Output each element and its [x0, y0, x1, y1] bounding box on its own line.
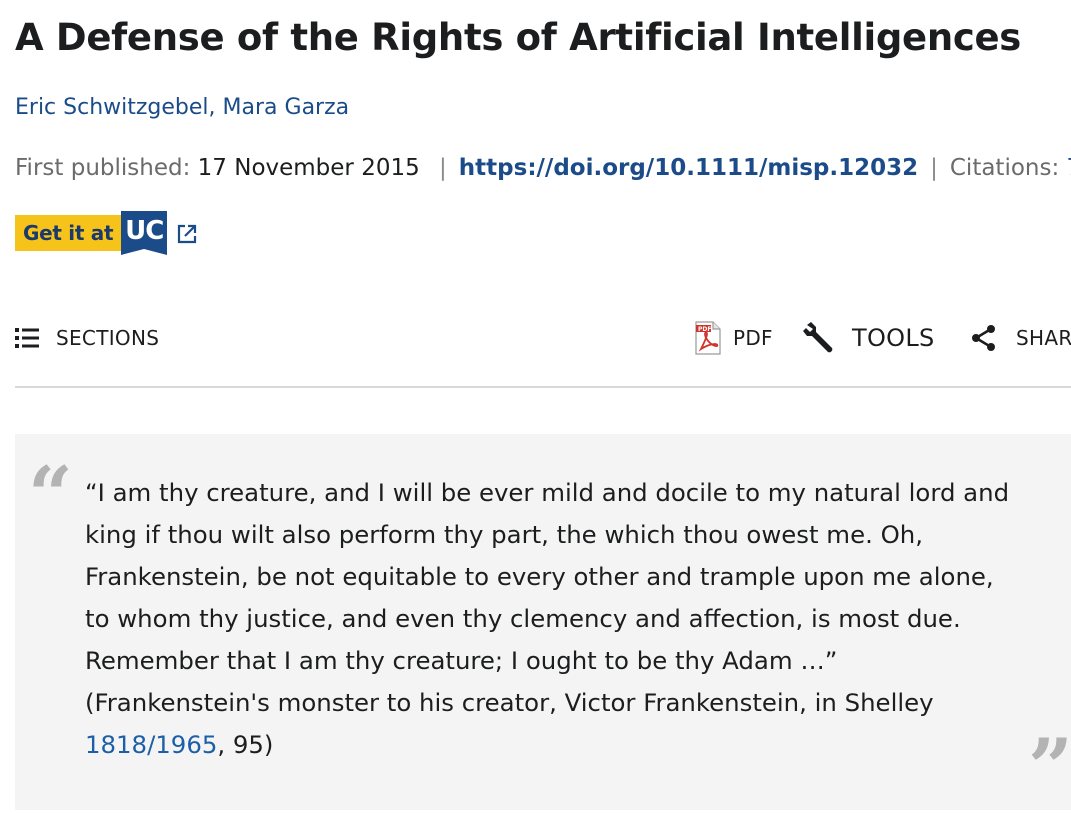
- uc-badge-text: UC: [125, 216, 164, 246]
- author-link-garza[interactable]: Mara Garza: [223, 95, 350, 120]
- sections-button[interactable]: SECTIONS: [15, 318, 159, 358]
- epigraph-tail: , 95): [217, 730, 274, 759]
- citations-label: Citations:: [949, 155, 1060, 181]
- meta-separator: |: [439, 155, 447, 181]
- share-label: SHAR: [1016, 326, 1071, 350]
- wrench-icon: [803, 322, 833, 353]
- get-it-at-uc-button[interactable]: Get it at UC: [15, 211, 168, 255]
- close-quote-icon: ”: [1028, 722, 1071, 813]
- first-published-date: 17 November 2015: [197, 155, 420, 181]
- epigraph-body: “I am thy creature, and I will be ever m…: [85, 478, 1010, 717]
- uc-logo-notch: [121, 249, 168, 255]
- uc-logo: UC: [121, 211, 168, 255]
- article-title: A Defense of the Rights of Artificial In…: [15, 16, 1022, 59]
- external-link-icon[interactable]: [176, 223, 198, 245]
- list-icon: [15, 328, 39, 348]
- publication-meta: First published: 17 November 2015 | https…: [15, 152, 1071, 184]
- author-separator: ,: [208, 95, 216, 120]
- sections-label: SECTIONS: [56, 326, 160, 350]
- citations-count-link[interactable]: 78: [1067, 155, 1071, 181]
- tools-label: TOOLS: [852, 324, 935, 352]
- author-list: Eric Schwitzgebel, Mara Garza: [15, 92, 349, 124]
- pdf-label: PDF: [733, 326, 773, 350]
- toolbar-divider: [15, 386, 1071, 388]
- get-it-label: Get it at: [15, 215, 122, 251]
- share-icon: [972, 325, 995, 351]
- open-quote-icon: “: [28, 450, 73, 541]
- meta-separator: |: [930, 155, 938, 181]
- article-toolbar: SECTIONS PDF PDF TOOLS SHAR: [15, 318, 1071, 358]
- author-link-schwitzgebel[interactable]: Eric Schwitzgebel: [15, 95, 209, 120]
- first-published-label: First published:: [15, 155, 191, 181]
- pdf-icon-text: PDF: [698, 326, 711, 333]
- epigraph-text: “I am thy creature, and I will be ever m…: [85, 472, 1020, 766]
- tools-button[interactable]: TOOLS: [802, 318, 935, 358]
- doi-link[interactable]: https://doi.org/10.1111/misp.12032: [459, 155, 918, 181]
- citation-link-shelley[interactable]: 1818/1965: [85, 730, 217, 759]
- pdf-button[interactable]: PDF PDF: [695, 318, 773, 358]
- share-button[interactable]: SHAR: [970, 318, 1071, 358]
- pdf-icon: PDF: [695, 321, 721, 355]
